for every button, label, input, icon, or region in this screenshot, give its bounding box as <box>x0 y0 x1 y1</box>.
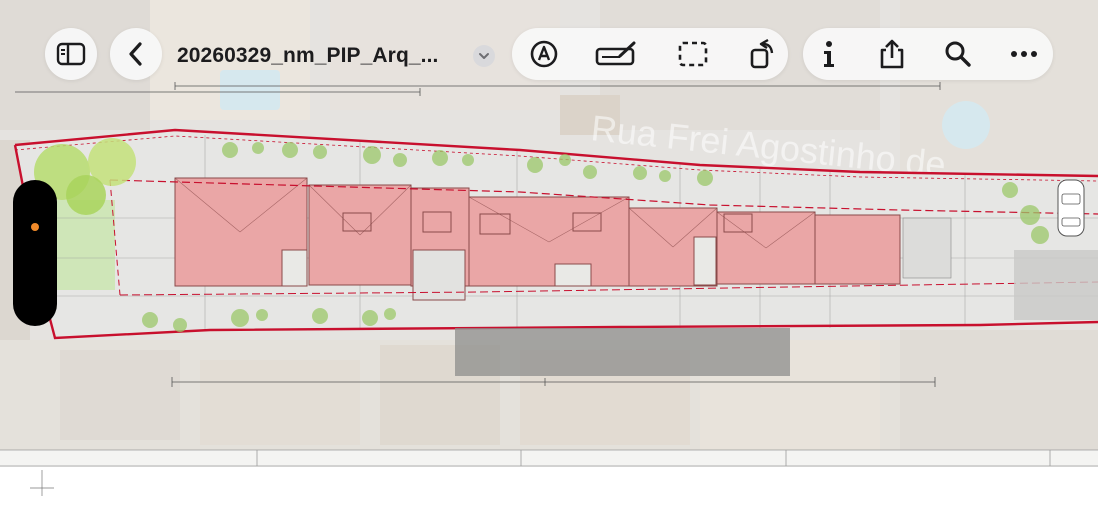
select-area-icon <box>678 41 708 67</box>
scroll-position-indicator <box>31 223 39 231</box>
markup-icon <box>530 40 558 68</box>
adjacent-structure <box>455 328 790 376</box>
rotate-icon <box>750 38 774 69</box>
back-button[interactable] <box>110 28 162 80</box>
more-button[interactable] <box>998 28 1050 80</box>
share-icon <box>880 39 904 69</box>
markup-button[interactable] <box>518 28 570 80</box>
search-button[interactable] <box>932 28 984 80</box>
more-icon <box>1011 51 1037 57</box>
signature-button[interactable] <box>590 28 642 80</box>
sheet-frame <box>0 449 1098 467</box>
select-area-button[interactable] <box>667 28 719 80</box>
info-icon <box>824 41 834 67</box>
car-symbol <box>1057 179 1085 237</box>
document-title[interactable]: 20260329_nm_PIP_Arq_... <box>177 44 438 68</box>
page-scroll-handle[interactable] <box>13 180 57 326</box>
chevron-left-icon <box>129 42 142 66</box>
side-structure <box>902 217 952 279</box>
share-button[interactable] <box>866 28 918 80</box>
chevron-down-icon <box>479 53 489 59</box>
search-icon <box>945 41 971 67</box>
rotate-button[interactable] <box>737 28 789 80</box>
info-button[interactable] <box>803 28 855 80</box>
sidebar-toggle-icon <box>56 42 86 66</box>
title-dropdown-button[interactable] <box>473 45 495 67</box>
signature-icon <box>595 41 636 66</box>
sheet-white-area <box>0 467 1098 506</box>
tools-group <box>512 28 788 80</box>
actions-group <box>803 28 1053 80</box>
sidebar-toggle-button[interactable] <box>45 28 97 80</box>
parking-area <box>1014 250 1098 320</box>
